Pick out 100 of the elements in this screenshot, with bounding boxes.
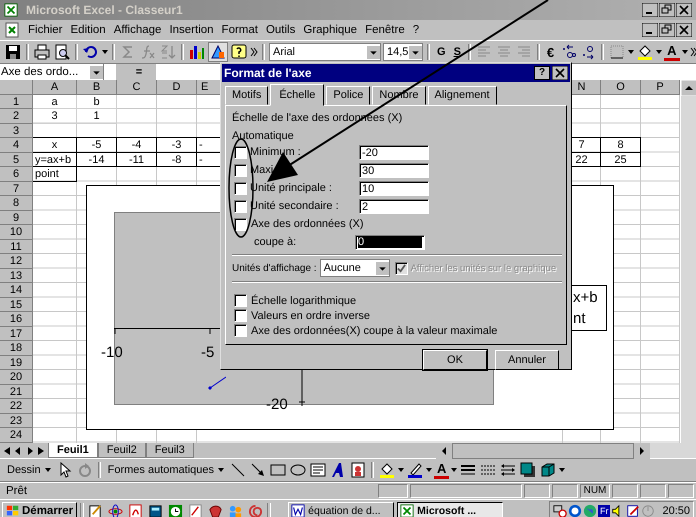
row-header[interactable]: 21 — [0, 384, 33, 399]
status-text: Prêt — [5, 485, 28, 497]
table-cell: 8 — [601, 137, 641, 152]
draw-menu-button[interactable]: Dessin — [4, 464, 54, 476]
menu-item[interactable]: Insertion — [165, 24, 218, 36]
input-field[interactable]: -20 — [359, 144, 429, 160]
bold-button[interactable]: G — [434, 43, 449, 61]
row-header[interactable]: 9 — [0, 210, 33, 225]
row-header[interactable]: 7 — [0, 182, 33, 196]
units-dropdown[interactable]: Aucune — [320, 259, 390, 277]
currency-button[interactable]: € — [544, 43, 558, 61]
table-cell: -14 — [77, 152, 117, 167]
num-lock-indicator: NUM — [580, 484, 610, 498]
dialog-tab[interactable]: Alignement — [428, 86, 497, 105]
ok-button[interactable]: OK — [423, 350, 487, 370]
sheet-tab[interactable]: Feuil3 — [146, 443, 194, 458]
input-field[interactable]: 2 — [359, 198, 429, 214]
menu-item[interactable]: Affichage — [110, 24, 166, 36]
taskbar-button[interactable]: équation de d... — [288, 502, 394, 517]
legend-label: nt — [573, 310, 587, 327]
menu-item[interactable]: ? — [408, 24, 424, 36]
table-cell: x — [33, 137, 77, 152]
field-label: Unités d'affichage : — [232, 262, 317, 274]
table-cell: y=ax+b — [33, 152, 77, 167]
row-header[interactable]: 12 — [0, 254, 33, 268]
dialog-tab[interactable]: Police — [326, 86, 370, 105]
row-header[interactable]: 10 — [0, 225, 33, 240]
row-header[interactable]: 13 — [0, 268, 33, 283]
table-cell: -3 — [157, 137, 197, 152]
checkbox-label: Échelle logarithmique — [251, 294, 356, 306]
equals-sign: = — [116, 64, 156, 80]
font-size-dropdown[interactable]: 14,5 — [383, 43, 423, 61]
font-color-button[interactable]: A — [664, 44, 680, 60]
column-header[interactable]: C — [117, 80, 157, 94]
dialog-title: Format de l'axe — [224, 66, 313, 80]
row-header[interactable]: 19 — [0, 356, 33, 370]
table-cell: -5 — [77, 137, 117, 152]
checkbox-label: Axe des ordonnées(X) coupe à la valeur maximale — [251, 324, 498, 336]
checkbox-label: Axe des ordonnées (X) — [250, 218, 364, 230]
row-header[interactable]: 15 — [0, 298, 33, 312]
font-dropdown[interactable]: Arial — [269, 43, 381, 61]
dialog-tab[interactable]: Motifs — [225, 86, 268, 105]
name-box[interactable]: Axe des ordo... — [0, 64, 104, 80]
sheet-tab[interactable]: Feuil1 — [48, 443, 98, 458]
axis-label: -10 — [101, 344, 123, 361]
menu-item[interactable]: Edition — [66, 24, 110, 36]
window-title: Microsoft Excel - Classeur1 — [26, 3, 184, 17]
row-header[interactable]: 1 — [0, 94, 33, 109]
row-header[interactable]: 24 — [0, 428, 33, 442]
field-label: coupe à: — [253, 236, 298, 248]
table-cell: -11 — [117, 152, 157, 167]
autoshapes-menu-button[interactable]: Formes automatiques — [104, 464, 228, 476]
row-header[interactable]: 6 — [0, 167, 33, 182]
input-field[interactable]: 30 — [359, 162, 429, 178]
table-cell: 3 — [33, 109, 77, 124]
row-header[interactable]: 3 — [0, 124, 33, 138]
input-field[interactable]: 0 — [355, 234, 425, 250]
table-cell: -4 — [117, 137, 157, 152]
table-cell: b — [77, 94, 117, 109]
menu-item[interactable]: Format — [218, 24, 262, 36]
cancel-button[interactable]: Annuler — [495, 350, 559, 370]
sheet-tab[interactable]: Feuil2 — [98, 443, 146, 458]
axis-label: -20 — [266, 396, 288, 413]
row-header[interactable]: 4 — [0, 138, 33, 152]
dialog-tab[interactable]: Échelle — [270, 84, 324, 106]
menu-item[interactable]: Graphique — [299, 24, 362, 36]
taskbar-button[interactable]: Microsoft ... — [397, 502, 504, 517]
checkbox-label: Afficher les unités sur le graphique — [410, 262, 556, 274]
legend-label: x+b — [573, 289, 599, 306]
column-header[interactable]: B — [77, 80, 117, 94]
menu-item[interactable]: Fenêtre — [361, 24, 409, 36]
row-header[interactable]: 22 — [0, 399, 33, 414]
row-header[interactable]: 18 — [0, 341, 33, 356]
menu-item[interactable]: Fichier — [24, 24, 67, 36]
help-button[interactable]: ? — [534, 66, 550, 80]
axis-label: -5 — [201, 344, 214, 361]
language-indicator[interactable]: Fr — [598, 504, 610, 517]
start-button[interactable]: Démarrer — [2, 502, 78, 517]
row-header[interactable]: 23 — [0, 414, 33, 428]
underline-button[interactable]: S — [450, 43, 464, 61]
input-field[interactable]: 10 — [359, 180, 429, 196]
column-header[interactable]: D — [157, 80, 197, 94]
row-header[interactable]: 17 — [0, 326, 33, 341]
table-cell: 1 — [77, 109, 117, 124]
row-header[interactable]: 8 — [0, 196, 33, 210]
menu-item[interactable]: Outils — [262, 24, 300, 36]
row-header[interactable]: 20 — [0, 370, 33, 384]
column-header[interactable]: A — [33, 80, 77, 94]
row-header[interactable]: 2 — [0, 109, 33, 124]
row-header[interactable]: 11 — [0, 240, 33, 254]
row-header[interactable]: 16 — [0, 312, 33, 326]
font-color-button[interactable]: A — [434, 462, 450, 478]
row-header[interactable]: 5 — [0, 152, 33, 167]
row-header[interactable]: 14 — [0, 283, 33, 298]
clock-text: 20:50 — [662, 505, 690, 517]
table-cell: point — [33, 166, 77, 182]
checkbox-label: Valeurs en ordre inverse — [251, 310, 370, 322]
selected-text: 0 — [358, 236, 422, 248]
table-cell: 25 — [601, 152, 641, 167]
column-header[interactable]: O — [601, 80, 641, 94]
